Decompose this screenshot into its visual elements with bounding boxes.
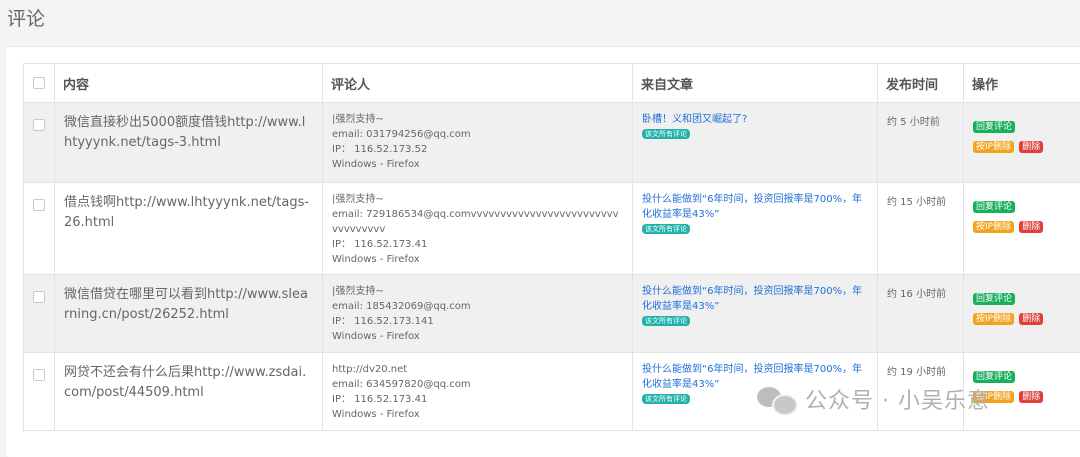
commenter-name: |强烈支持~ [332,192,623,207]
delete-button[interactable]: 删除 [1019,141,1043,153]
table-row: 微信直接秒出5000额度借钱http://www.lhtyyynk.net/ta… [24,103,1080,183]
reply-button[interactable]: 回复评论 [973,121,1015,133]
row-checkbox-cell [24,353,55,431]
article-link[interactable]: 投什么能做到“6年时间，投资回报率是700%，年化收益率是43%” [642,192,868,222]
row-checkbox[interactable] [33,369,45,381]
page-title: 评论 [7,4,45,31]
header-ops: 操作 [964,64,1080,103]
comment-content: 微信借贷在哪里可以看到http://www.slearning.cn/post/… [55,275,323,353]
row-actions: 回复评论按IP删除 删除 [964,183,1080,275]
commenter-ip: IP： 116.52.173.41 [332,392,623,407]
commenter-info: http://dv20.netemail: 634597820@qq.comIP… [323,353,633,431]
commenter-email: email: 185432069@qq.com [332,299,623,314]
commenter-info: |强烈支持~email: 729186534@qq.comvvvvvvvvvvv… [323,183,633,275]
commenter-email: email: 031794256@qq.com [332,127,623,142]
commenter-email: email: 634597820@qq.com [332,377,623,392]
row-checkbox-cell [24,183,55,275]
all-comments-tag[interactable]: 该文所有评论 [642,316,690,326]
row-checkbox[interactable] [33,119,45,131]
commenter-ip: IP： 116.52.173.141 [332,314,623,329]
header-commenter[interactable]: 评论人 [323,64,633,103]
delete-by-ip-button[interactable]: 按IP删除 [973,221,1014,233]
source-article: 投什么能做到“6年时间，投资回报率是700%，年化收益率是43%” 该文所有评论 [633,275,878,353]
header-time[interactable]: 发布时间 [878,64,964,103]
delete-button[interactable]: 删除 [1019,221,1043,233]
commenter-ip: IP： 116.52.173.41 [332,237,623,252]
row-checkbox-cell [24,103,55,183]
commenter-email: email: 729186534@qq.comvvvvvvvvvvvvvvvvv… [332,207,623,237]
publish-time: 约 16 小时前 [878,275,964,353]
comments-table: 内容 评论人 来自文章 发布时间 操作 微信直接秒出5000额度借钱http:/… [23,63,1080,431]
row-actions: 回复评论按IP删除 删除 [964,103,1080,183]
commenter-ua: Windows - Firefox [332,407,623,422]
watermark: 公众号 · 小吴乐意 [757,383,990,415]
row-checkbox[interactable] [33,291,45,303]
table-header-row: 内容 评论人 来自文章 发布时间 操作 [24,64,1080,103]
commenter-ua: Windows - Firefox [332,157,623,172]
delete-button[interactable]: 删除 [1019,391,1043,403]
row-checkbox-cell [24,275,55,353]
all-comments-tag[interactable]: 该文所有评论 [642,224,690,234]
reply-button[interactable]: 回复评论 [973,201,1015,213]
table-row: 借点钱啊http://www.lhtyyynk.net/tags-26.html… [24,183,1080,275]
wechat-logo-icon [757,385,797,413]
select-all-cell [24,64,55,103]
delete-by-ip-button[interactable]: 按IP删除 [973,141,1014,153]
commenter-name: |强烈支持~ [332,284,623,299]
header-article[interactable]: 来自文章 [633,64,878,103]
commenter-info: |强烈支持~email: 031794256@qq.comIP： 116.52.… [323,103,633,183]
all-comments-tag[interactable]: 该文所有评论 [642,129,690,139]
row-checkbox[interactable] [33,199,45,211]
publish-time: 约 15 小时前 [878,183,964,275]
watermark-text: 公众号 · 小吴乐意 [805,383,990,415]
commenter-ua: Windows - Firefox [332,252,623,267]
commenter-ua: Windows - Firefox [332,329,623,344]
source-article: 卧槽！义和团又崛起了? 该文所有评论 [633,103,878,183]
comment-content: 借点钱啊http://www.lhtyyynk.net/tags-26.html [55,183,323,275]
delete-button[interactable]: 删除 [1019,313,1043,325]
commenter-ip: IP： 116.52.173.52 [332,142,623,157]
table-row: 微信借贷在哪里可以看到http://www.slearning.cn/post/… [24,275,1080,353]
source-article: 投什么能做到“6年时间，投资回报率是700%，年化收益率是43%” 该文所有评论 [633,183,878,275]
row-actions: 回复评论按IP删除 删除 [964,275,1080,353]
reply-button[interactable]: 回复评论 [973,371,1015,383]
delete-by-ip-button[interactable]: 按IP删除 [973,313,1014,325]
all-comments-tag[interactable]: 该文所有评论 [642,394,690,404]
select-all-checkbox[interactable] [33,77,45,89]
commenter-name: http://dv20.net [332,362,623,377]
comment-content: 微信直接秒出5000额度借钱http://www.lhtyyynk.net/ta… [55,103,323,183]
commenter-name: |强烈支持~ [332,112,623,127]
header-content[interactable]: 内容 [55,64,323,103]
article-link[interactable]: 投什么能做到“6年时间，投资回报率是700%，年化收益率是43%” [642,284,868,314]
article-link[interactable]: 卧槽！义和团又崛起了? [642,112,868,127]
publish-time: 约 5 小时前 [878,103,964,183]
comment-content: 网贷不还会有什么后果http://www.zsdai.com/post/4450… [55,353,323,431]
commenter-info: |强烈支持~email: 185432069@qq.comIP： 116.52.… [323,275,633,353]
reply-button[interactable]: 回复评论 [973,293,1015,305]
